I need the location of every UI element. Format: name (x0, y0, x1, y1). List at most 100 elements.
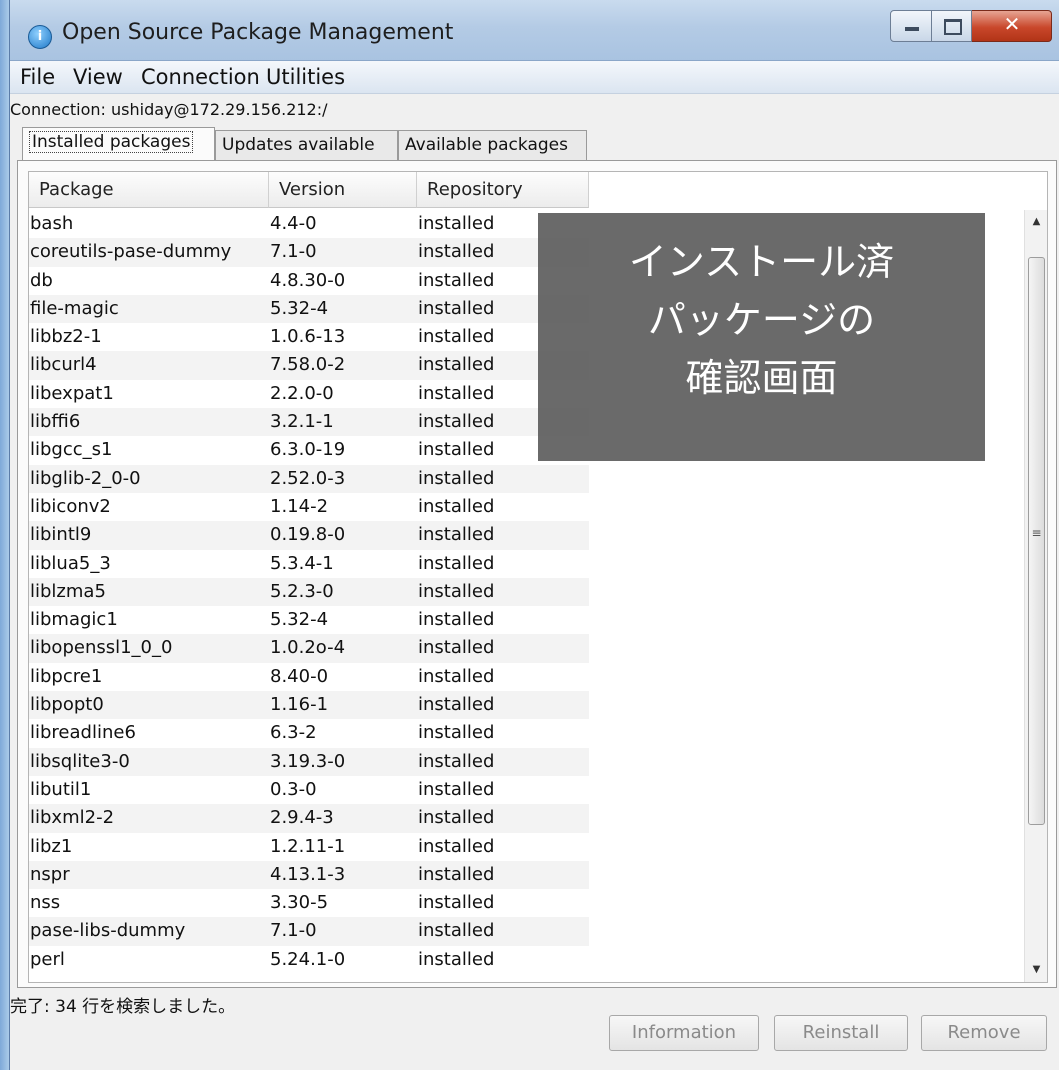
package-cell: libintl9 (30, 524, 92, 546)
table-row[interactable]: db 4.8.30-0 installed (29, 267, 589, 295)
tab-installed-packages[interactable]: Installed packages (22, 127, 215, 161)
version-cell: 1.16-1 (270, 694, 329, 716)
table-row[interactable]: nss 3.30-5 installed (29, 889, 589, 917)
table-row[interactable]: coreutils-pase-dummy 7.1-0 installed (29, 238, 589, 267)
table-row[interactable]: libpcre1 8.40-0 installed (29, 663, 589, 691)
version-cell: 2.9.4-3 (270, 807, 334, 829)
package-cell: file-magic (30, 297, 119, 319)
scrollbar-thumb[interactable]: ≡ (1028, 257, 1045, 825)
menu-bar: File View Connection Utilities (10, 61, 1059, 94)
column-header-version[interactable]: Version (269, 172, 417, 208)
repository-cell: installed (418, 552, 495, 574)
table-row[interactable]: liblzma5 5.2.3-0 installed (29, 577, 589, 607)
repository-cell: installed (418, 495, 495, 517)
column-header-package[interactable]: Package (29, 172, 269, 208)
table-row[interactable]: libopenssl1_0_0 1.0.2o-4 installed (29, 634, 589, 663)
repository-cell: installed (418, 750, 495, 772)
column-header-repository[interactable]: Repository (417, 172, 589, 208)
app-window: i Open Source Package Management ✕ File … (9, 0, 1059, 1070)
close-button[interactable]: ✕ (972, 10, 1052, 42)
version-cell: 7.1-0 (270, 920, 317, 942)
version-cell: 0.19.8-0 (270, 524, 346, 546)
table-row[interactable]: libbz2-1 1.0.6-13 installed (29, 323, 589, 351)
version-cell: 2.2.0-0 (270, 382, 334, 404)
package-cell: libmagic1 (30, 609, 118, 631)
repository-cell: installed (418, 580, 495, 602)
version-cell: 4.8.30-0 (270, 269, 346, 291)
package-cell: libz1 (30, 835, 73, 857)
version-cell: 4.13.1-3 (270, 863, 346, 885)
remove-button[interactable]: Remove (921, 1015, 1047, 1051)
repository-cell: installed (418, 863, 495, 885)
menu-view[interactable]: View (73, 65, 123, 89)
table-row[interactable]: liblua5_3 5.3.4-1 installed (29, 550, 589, 578)
menu-connection[interactable]: Connection (141, 65, 260, 89)
package-cell: coreutils-pase-dummy (30, 241, 232, 263)
table-row[interactable]: libmagic1 5.32-4 installed (29, 606, 589, 634)
repository-cell: installed (418, 411, 495, 433)
repository-cell: installed (418, 241, 495, 263)
table-row[interactable]: libiconv2 1.14-2 installed (29, 493, 589, 521)
version-cell: 3.2.1-1 (270, 411, 334, 433)
tab-available-packages[interactable]: Available packages (398, 130, 587, 160)
package-cell: nspr (30, 863, 70, 885)
app-globe-icon: i (28, 25, 52, 49)
version-cell: 2.52.0-3 (270, 467, 346, 489)
caption-overlay: インストール済 パッケージの 確認画面 (538, 213, 985, 461)
package-cell: libexpat1 (30, 382, 114, 404)
repository-cell: installed (418, 467, 495, 489)
window-title: Open Source Package Management (62, 20, 454, 45)
version-cell: 5.32-4 (270, 609, 329, 631)
table-row[interactable]: libxml2-2 2.9.4-3 installed (29, 804, 589, 833)
maximize-icon (944, 19, 962, 35)
version-cell: 7.1-0 (270, 241, 317, 263)
package-cell: pase-libs-dummy (30, 920, 186, 942)
table-row[interactable]: libsqlite3-0 3.19.3-0 installed (29, 747, 589, 776)
package-cell: libcurl4 (30, 354, 97, 376)
minimize-button[interactable] (890, 10, 932, 42)
table-row[interactable]: libgcc_s1 6.3.0-19 installed (29, 436, 589, 464)
table-row[interactable]: libcurl4 7.58.0-2 installed (29, 351, 589, 380)
package-cell: nss (30, 892, 61, 914)
package-cell: libiconv2 (30, 495, 111, 517)
maximize-button[interactable] (932, 10, 972, 42)
repository-cell: installed (418, 892, 495, 914)
package-cell: libffi6 (30, 411, 81, 433)
reinstall-button[interactable]: Reinstall (774, 1015, 908, 1051)
repository-cell: installed (418, 637, 495, 659)
table-row[interactable]: libutil1 0.3-0 installed (29, 776, 589, 804)
table-row[interactable]: libintl9 0.19.8-0 installed (29, 521, 589, 550)
scroll-down-arrow-icon[interactable]: ▼ (1025, 958, 1047, 982)
table-row[interactable]: bash 4.4-0 installed (29, 210, 589, 238)
package-cell: libbz2-1 (30, 326, 102, 348)
table-row[interactable]: libz1 1.2.11-1 installed (29, 833, 589, 861)
version-cell: 6.3-2 (270, 722, 317, 744)
package-cell: libopenssl1_0_0 (30, 637, 173, 659)
package-cell: libpcre1 (30, 665, 103, 687)
tab-updates-available[interactable]: Updates available (215, 130, 398, 160)
table-row[interactable]: libpopt0 1.16-1 installed (29, 691, 589, 720)
repository-cell: installed (418, 948, 495, 970)
table-row[interactable]: libreadline6 6.3-2 installed (29, 719, 589, 747)
table-row[interactable]: libffi6 3.2.1-1 installed (29, 408, 589, 437)
package-cell: libutil1 (30, 778, 92, 800)
repository-cell: installed (418, 778, 495, 800)
table-row[interactable]: perl 5.24.1-0 installed (29, 946, 589, 974)
version-cell: 3.19.3-0 (270, 750, 346, 772)
information-button[interactable]: Information (609, 1015, 759, 1051)
table-row[interactable]: file-magic 5.32-4 installed (29, 294, 589, 324)
close-icon: ✕ (1003, 12, 1021, 36)
repository-cell: installed (418, 665, 495, 687)
menu-file[interactable]: File (20, 65, 55, 89)
version-cell: 5.3.4-1 (270, 552, 334, 574)
table-row[interactable]: libexpat1 2.2.0-0 installed (29, 380, 589, 408)
scroll-up-arrow-icon[interactable]: ▲ (1025, 210, 1047, 234)
table-row[interactable]: pase-libs-dummy 7.1-0 installed (29, 917, 589, 946)
table-row[interactable]: libglib-2_0-0 2.52.0-3 installed (29, 464, 589, 493)
title-bar[interactable]: i Open Source Package Management ✕ (10, 0, 1059, 61)
repository-cell: installed (418, 609, 495, 631)
vertical-scrollbar[interactable]: ▲ ≡ ▼ (1024, 210, 1047, 982)
table-row[interactable]: nspr 4.13.1-3 installed (29, 860, 589, 890)
menu-utilities[interactable]: Utilities (266, 65, 345, 89)
version-cell: 1.0.6-13 (270, 326, 346, 348)
